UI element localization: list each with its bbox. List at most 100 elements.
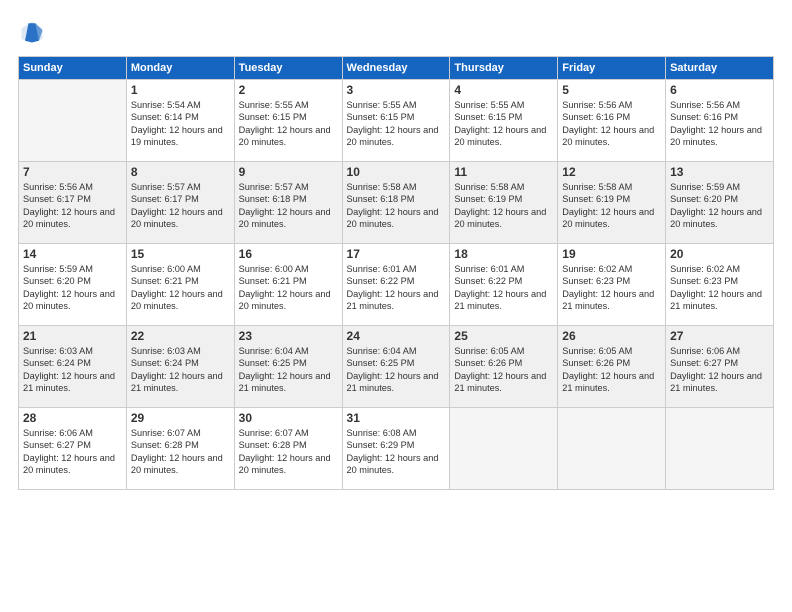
- calendar-cell: [558, 408, 666, 490]
- day-number: 18: [454, 247, 553, 261]
- calendar-cell: 28 Sunrise: 6:06 AMSunset: 6:27 PMDayligh…: [19, 408, 127, 490]
- calendar-cell: 25 Sunrise: 6:05 AMSunset: 6:26 PMDayligh…: [450, 326, 558, 408]
- day-number: 22: [131, 329, 230, 343]
- calendar-cell: 1Sunrise: 5:54 AMSunset: 6:14 PMDaylight…: [126, 80, 234, 162]
- calendar-cell: 16Sunrise: 6:00 AMSunset: 6:21 PMDayligh…: [234, 244, 342, 326]
- day-number: 1: [131, 83, 230, 97]
- calendar-cell: 12 Sunrise: 5:58 AMSunset: 6:19 PMDayligh…: [558, 162, 666, 244]
- day-info: Sunrise: 5:55 AMSunset: 6:15 PMDaylight:…: [347, 99, 446, 149]
- day-number: 23: [239, 329, 338, 343]
- calendar-cell: 7 Sunrise: 5:56 AMSunset: 6:17 PMDaylight…: [19, 162, 127, 244]
- calendar-cell: 4 Sunrise: 5:55 AMSunset: 6:15 PMDaylight…: [450, 80, 558, 162]
- day-info: Sunrise: 6:00 AMSunset: 6:21 PMDaylight:…: [131, 263, 230, 313]
- col-header-monday: Monday: [126, 57, 234, 80]
- day-info: Sunrise: 6:06 AMSunset: 6:27 PMDaylight:…: [23, 427, 122, 477]
- day-number: 7: [23, 165, 122, 179]
- day-info: Sunrise: 6:02 AMSunset: 6:23 PMDaylight:…: [670, 263, 769, 313]
- day-info: Sunrise: 6:07 AMSunset: 6:28 PMDaylight:…: [131, 427, 230, 477]
- calendar-cell: 17 Sunrise: 6:01 AMSunset: 6:22 PMDayligh…: [342, 244, 450, 326]
- day-number: 10: [347, 165, 446, 179]
- calendar-week-5: 28 Sunrise: 6:06 AMSunset: 6:27 PMDayligh…: [19, 408, 774, 490]
- day-info: Sunrise: 5:59 AMSunset: 6:20 PMDaylight:…: [23, 263, 122, 313]
- day-number: 31: [347, 411, 446, 425]
- col-header-saturday: Saturday: [666, 57, 774, 80]
- calendar-week-3: 14 Sunrise: 5:59 AMSunset: 6:20 PMDayligh…: [19, 244, 774, 326]
- day-number: 27: [670, 329, 769, 343]
- calendar-cell: 18 Sunrise: 6:01 AMSunset: 6:22 PMDayligh…: [450, 244, 558, 326]
- logo-icon: [18, 18, 46, 46]
- calendar-cell: [666, 408, 774, 490]
- day-number: 6: [670, 83, 769, 97]
- calendar-cell: 2Sunrise: 5:55 AMSunset: 6:15 PMDaylight…: [234, 80, 342, 162]
- col-header-tuesday: Tuesday: [234, 57, 342, 80]
- calendar-cell: 30 Sunrise: 6:07 AMSunset: 6:28 PMDayligh…: [234, 408, 342, 490]
- calendar-cell: 3 Sunrise: 5:55 AMSunset: 6:15 PMDaylight…: [342, 80, 450, 162]
- day-number: 3: [347, 83, 446, 97]
- day-number: 4: [454, 83, 553, 97]
- day-number: 19: [562, 247, 661, 261]
- day-info: Sunrise: 6:02 AMSunset: 6:23 PMDaylight:…: [562, 263, 661, 313]
- day-number: 25: [454, 329, 553, 343]
- calendar-cell: 10Sunrise: 5:58 AMSunset: 6:18 PMDayligh…: [342, 162, 450, 244]
- day-info: Sunrise: 5:57 AMSunset: 6:18 PMDaylight:…: [239, 181, 338, 231]
- day-number: 29: [131, 411, 230, 425]
- calendar-header-row: SundayMondayTuesdayWednesdayThursdayFrid…: [19, 57, 774, 80]
- calendar-cell: 24 Sunrise: 6:04 AMSunset: 6:25 PMDayligh…: [342, 326, 450, 408]
- calendar-cell: 14 Sunrise: 5:59 AMSunset: 6:20 PMDayligh…: [19, 244, 127, 326]
- col-header-friday: Friday: [558, 57, 666, 80]
- day-info: Sunrise: 5:59 AMSunset: 6:20 PMDaylight:…: [670, 181, 769, 231]
- calendar-cell: 5Sunrise: 5:56 AMSunset: 6:16 PMDaylight…: [558, 80, 666, 162]
- calendar-week-2: 7 Sunrise: 5:56 AMSunset: 6:17 PMDaylight…: [19, 162, 774, 244]
- day-number: 28: [23, 411, 122, 425]
- col-header-wednesday: Wednesday: [342, 57, 450, 80]
- day-info: Sunrise: 5:55 AMSunset: 6:15 PMDaylight:…: [454, 99, 553, 149]
- day-number: 5: [562, 83, 661, 97]
- day-info: Sunrise: 6:06 AMSunset: 6:27 PMDaylight:…: [670, 345, 769, 395]
- day-number: 13: [670, 165, 769, 179]
- calendar-cell: 29 Sunrise: 6:07 AMSunset: 6:28 PMDayligh…: [126, 408, 234, 490]
- calendar-cell: 27 Sunrise: 6:06 AMSunset: 6:27 PMDayligh…: [666, 326, 774, 408]
- day-info: Sunrise: 5:56 AMSunset: 6:17 PMDaylight:…: [23, 181, 122, 231]
- day-info: Sunrise: 6:05 AMSunset: 6:26 PMDaylight:…: [562, 345, 661, 395]
- day-info: Sunrise: 6:07 AMSunset: 6:28 PMDaylight:…: [239, 427, 338, 477]
- day-info: Sunrise: 5:58 AMSunset: 6:19 PMDaylight:…: [562, 181, 661, 231]
- calendar-cell: 19 Sunrise: 6:02 AMSunset: 6:23 PMDayligh…: [558, 244, 666, 326]
- day-number: 21: [23, 329, 122, 343]
- day-number: 20: [670, 247, 769, 261]
- day-number: 12: [562, 165, 661, 179]
- day-number: 15: [131, 247, 230, 261]
- day-info: Sunrise: 6:01 AMSunset: 6:22 PMDaylight:…: [454, 263, 553, 313]
- calendar-cell: 8Sunrise: 5:57 AMSunset: 6:17 PMDaylight…: [126, 162, 234, 244]
- calendar-cell: 11 Sunrise: 5:58 AMSunset: 6:19 PMDayligh…: [450, 162, 558, 244]
- day-info: Sunrise: 6:04 AMSunset: 6:25 PMDaylight:…: [239, 345, 338, 395]
- header: [18, 18, 774, 46]
- calendar-table: SundayMondayTuesdayWednesdayThursdayFrid…: [18, 56, 774, 490]
- calendar-cell: [450, 408, 558, 490]
- day-number: 30: [239, 411, 338, 425]
- calendar-cell: 13 Sunrise: 5:59 AMSunset: 6:20 PMDayligh…: [666, 162, 774, 244]
- day-info: Sunrise: 6:03 AMSunset: 6:24 PMDaylight:…: [23, 345, 122, 395]
- day-number: 11: [454, 165, 553, 179]
- day-number: 24: [347, 329, 446, 343]
- calendar-cell: [19, 80, 127, 162]
- day-info: Sunrise: 5:58 AMSunset: 6:19 PMDaylight:…: [454, 181, 553, 231]
- col-header-sunday: Sunday: [19, 57, 127, 80]
- col-header-thursday: Thursday: [450, 57, 558, 80]
- calendar-cell: 6 Sunrise: 5:56 AMSunset: 6:16 PMDaylight…: [666, 80, 774, 162]
- calendar-cell: 22 Sunrise: 6:03 AMSunset: 6:24 PMDayligh…: [126, 326, 234, 408]
- day-number: 2: [239, 83, 338, 97]
- calendar-cell: 9Sunrise: 5:57 AMSunset: 6:18 PMDaylight…: [234, 162, 342, 244]
- day-info: Sunrise: 6:01 AMSunset: 6:22 PMDaylight:…: [347, 263, 446, 313]
- day-info: Sunrise: 5:56 AMSunset: 6:16 PMDaylight:…: [670, 99, 769, 149]
- day-number: 14: [23, 247, 122, 261]
- day-number: 16: [239, 247, 338, 261]
- day-info: Sunrise: 6:03 AMSunset: 6:24 PMDaylight:…: [131, 345, 230, 395]
- day-info: Sunrise: 6:04 AMSunset: 6:25 PMDaylight:…: [347, 345, 446, 395]
- day-number: 26: [562, 329, 661, 343]
- day-info: Sunrise: 6:08 AMSunset: 6:29 PMDaylight:…: [347, 427, 446, 477]
- page: SundayMondayTuesdayWednesdayThursdayFrid…: [0, 0, 792, 612]
- day-info: Sunrise: 6:05 AMSunset: 6:26 PMDaylight:…: [454, 345, 553, 395]
- calendar-cell: 15 Sunrise: 6:00 AMSunset: 6:21 PMDayligh…: [126, 244, 234, 326]
- day-number: 8: [131, 165, 230, 179]
- day-number: 17: [347, 247, 446, 261]
